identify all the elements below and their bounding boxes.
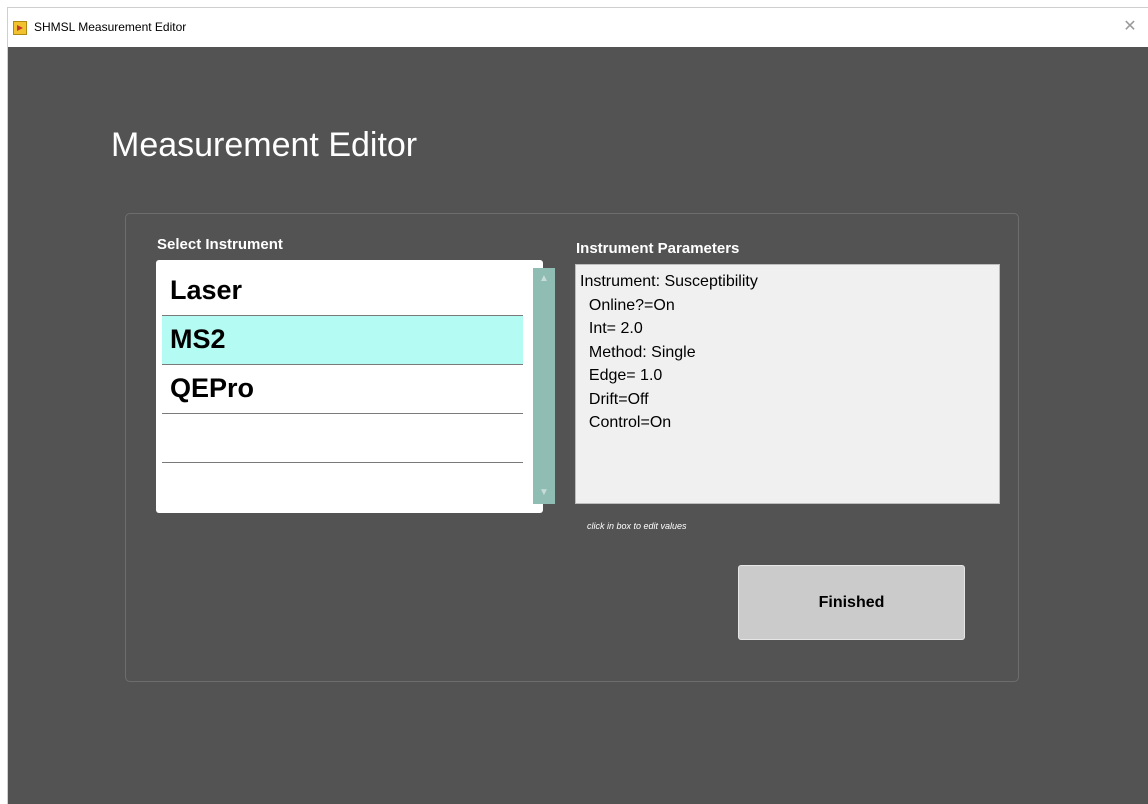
edit-hint: click in box to edit values	[587, 521, 687, 531]
parameter-line: Drift=Off	[580, 390, 649, 408]
instrument-parameters-box[interactable]: Instrument: Susceptibility Online?=On In…	[575, 264, 1000, 504]
list-item[interactable]: QEPro	[162, 365, 523, 414]
parameter-line: Edge= 1.0	[580, 367, 663, 384]
parameter-line: Control=On	[580, 414, 672, 431]
select-instrument-label: Select Instrument	[157, 236, 283, 253]
parameter-line: Int= 2.0	[580, 320, 643, 337]
parameter-line: Online?=On	[580, 296, 675, 314]
parameter-line: Method: Single	[580, 343, 696, 361]
finished-button[interactable]: Finished	[738, 565, 965, 640]
instrument-listbox[interactable]: Laser MS2 QEPro	[156, 260, 543, 513]
scroll-up-icon[interactable]: ▲	[533, 270, 555, 288]
instrument-scrollbar[interactable]: ▲ ▼	[533, 268, 555, 504]
list-item[interactable]	[162, 463, 523, 512]
close-icon[interactable]: ✕	[1118, 16, 1142, 38]
list-item[interactable]: Laser	[162, 267, 523, 316]
window-title: SHMSL Measurement Editor	[34, 20, 187, 34]
page-title: Measurement Editor	[111, 126, 418, 164]
list-item[interactable]: MS2	[162, 316, 523, 365]
title-bar: SHMSL Measurement Editor ✕	[8, 8, 1148, 47]
app-icon	[13, 21, 27, 35]
parameter-line: Instrument: Susceptibility	[580, 273, 758, 290]
instrument-parameters-label: Instrument Parameters	[576, 240, 740, 257]
scroll-down-icon[interactable]: ▼	[533, 484, 555, 502]
list-item[interactable]	[162, 414, 523, 463]
